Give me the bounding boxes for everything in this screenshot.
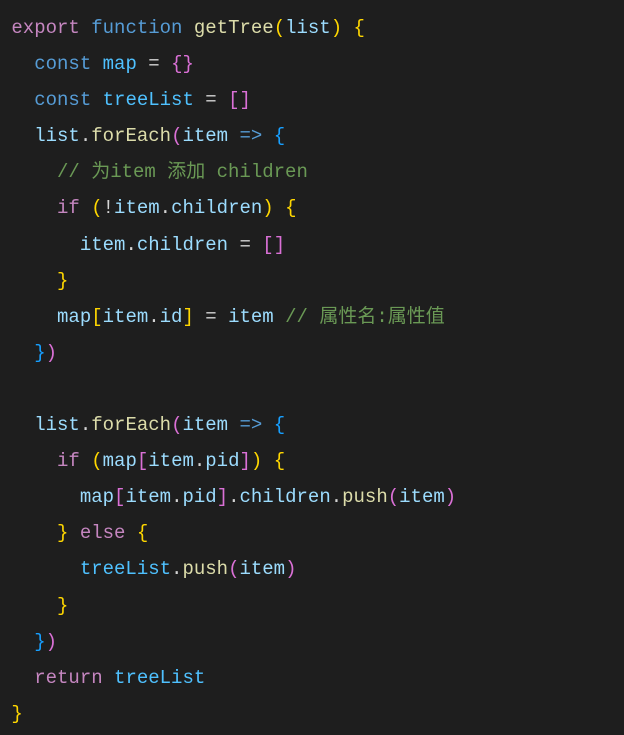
brace-close: } bbox=[57, 270, 68, 292]
code-line-10: }) bbox=[0, 335, 624, 371]
brace-open: { bbox=[274, 414, 285, 436]
property: id bbox=[160, 306, 183, 328]
code-line-12: list.forEach(item => { bbox=[0, 407, 624, 443]
parameter: item bbox=[182, 414, 228, 436]
bracket-close: ] bbox=[239, 89, 250, 111]
brace-open: { bbox=[137, 522, 148, 544]
paren-close: ) bbox=[331, 17, 342, 39]
property: children bbox=[171, 197, 262, 219]
variable: map bbox=[103, 53, 137, 75]
property: pid bbox=[182, 486, 216, 508]
code-line-19: return treeList bbox=[0, 660, 624, 696]
code-line-18: }) bbox=[0, 624, 624, 660]
variable: treeList bbox=[114, 667, 205, 689]
arrow-function: => bbox=[239, 414, 262, 436]
keyword-const: const bbox=[34, 53, 91, 75]
variable: map bbox=[57, 306, 91, 328]
paren-close: ) bbox=[46, 631, 57, 653]
keyword-return: return bbox=[34, 667, 102, 689]
bracket-open: [ bbox=[228, 89, 239, 111]
property: children bbox=[240, 486, 331, 508]
code-editor[interactable]: export function getTree(list) { const ma… bbox=[0, 10, 624, 732]
bracket-close: ] bbox=[274, 234, 285, 256]
code-line-13: if (map[item.pid]) { bbox=[0, 443, 624, 479]
brace-open: { bbox=[274, 450, 285, 472]
parameter: list bbox=[285, 17, 331, 39]
arrow-function: => bbox=[239, 125, 262, 147]
brace-close: } bbox=[57, 595, 68, 617]
variable: item bbox=[148, 450, 194, 472]
paren-close: ) bbox=[46, 342, 57, 364]
keyword-else: else bbox=[80, 522, 126, 544]
method-call: push bbox=[342, 486, 388, 508]
code-line-14: map[item.pid].children.push(item) bbox=[0, 479, 624, 515]
property: pid bbox=[205, 450, 239, 472]
bracket-open: [ bbox=[262, 234, 273, 256]
brace-open: { bbox=[274, 125, 285, 147]
property: children bbox=[137, 234, 228, 256]
brace-close: } bbox=[34, 342, 45, 364]
variable: treeList bbox=[103, 89, 194, 111]
brace-close: } bbox=[11, 703, 22, 725]
variable: item bbox=[103, 306, 149, 328]
variable: item bbox=[125, 486, 171, 508]
brace-open: { bbox=[354, 17, 365, 39]
variable: item bbox=[80, 234, 126, 256]
brace-close: } bbox=[57, 522, 68, 544]
variable: map bbox=[103, 450, 137, 472]
code-line-17: } bbox=[0, 588, 624, 624]
code-line-11 bbox=[0, 371, 624, 407]
keyword-if: if bbox=[57, 197, 80, 219]
code-line-16: treeList.push(item) bbox=[0, 551, 624, 587]
code-line-4: list.forEach(item => { bbox=[0, 118, 624, 154]
code-line-1: export function getTree(list) { bbox=[0, 10, 624, 46]
variable: item bbox=[228, 306, 274, 328]
variable: item bbox=[114, 197, 160, 219]
code-line-15: } else { bbox=[0, 515, 624, 551]
comment: // 属性名:属性值 bbox=[285, 306, 445, 328]
comment: // 为item 添加 children bbox=[57, 161, 308, 183]
keyword-export: export bbox=[11, 17, 79, 39]
code-line-5: // 为item 添加 children bbox=[0, 154, 624, 190]
method-call: forEach bbox=[91, 414, 171, 436]
code-line-20: } bbox=[0, 696, 624, 732]
method-call: push bbox=[182, 558, 228, 580]
variable: treeList bbox=[80, 558, 171, 580]
brace-open: { bbox=[171, 53, 182, 75]
method-call: forEach bbox=[91, 125, 171, 147]
variable: map bbox=[80, 486, 114, 508]
variable: item bbox=[399, 486, 445, 508]
parameter: item bbox=[182, 125, 228, 147]
code-line-7: item.children = [] bbox=[0, 227, 624, 263]
code-line-6: if (!item.children) { bbox=[0, 190, 624, 226]
brace-close: } bbox=[34, 631, 45, 653]
variable: item bbox=[239, 558, 285, 580]
variable: list bbox=[34, 414, 80, 436]
brace-close: } bbox=[182, 53, 193, 75]
variable: list bbox=[34, 125, 80, 147]
paren-open: ( bbox=[274, 17, 285, 39]
brace-open: { bbox=[285, 197, 296, 219]
code-line-8: } bbox=[0, 263, 624, 299]
code-line-3: const treeList = [] bbox=[0, 82, 624, 118]
keyword-const: const bbox=[34, 89, 91, 111]
code-line-9: map[item.id] = item // 属性名:属性值 bbox=[0, 299, 624, 335]
code-line-2: const map = {} bbox=[0, 46, 624, 82]
keyword-function: function bbox=[91, 17, 182, 39]
keyword-if: if bbox=[57, 450, 80, 472]
function-name: getTree bbox=[194, 17, 274, 39]
